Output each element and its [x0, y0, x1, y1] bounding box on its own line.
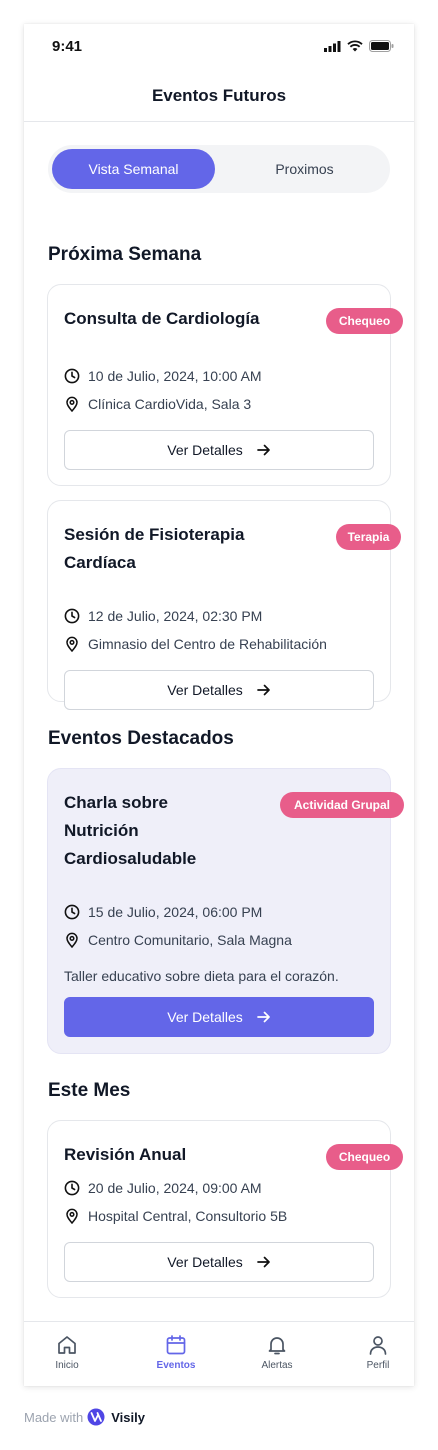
visily-logo-icon [87, 1408, 105, 1426]
status-time: 9:41 [52, 38, 83, 55]
event-card: Revisión Anual Chequeo 20 de Julio, 2024… [47, 1120, 403, 1298]
view-details-label: Ver Detalles [167, 682, 243, 698]
event-location: Hospital Central, Consultorio 5B [64, 1208, 287, 1224]
arrow-right-icon [256, 1256, 270, 1268]
bottom-tab-bar: Inicio Eventos Alertas Perfil [24, 1321, 414, 1386]
view-details-label: Ver Detalles [167, 1009, 243, 1025]
event-date: 12 de Julio, 2024, 02:30 PM [64, 608, 262, 624]
event-location: Gimnasio del Centro de Rehabilitación [64, 636, 327, 652]
clock-icon [64, 904, 80, 920]
event-location-text: Gimnasio del Centro de Rehabilitación [88, 636, 327, 652]
event-location: Clínica CardioVida, Sala 3 [64, 396, 251, 412]
brand-name: Visily [111, 1409, 145, 1425]
clock-icon [64, 368, 80, 384]
event-date: 20 de Julio, 2024, 09:00 AM [64, 1180, 262, 1196]
section-title-this-month: Este Mes [48, 1080, 131, 1101]
tab-events-label: Eventos [156, 1360, 196, 1371]
event-card: Sesión de Fisioterapia Cardíaca Terapia … [47, 500, 401, 710]
arrow-right-icon [256, 684, 270, 696]
event-date-text: 20 de Julio, 2024, 09:00 AM [88, 1180, 262, 1196]
event-badge: Terapia [336, 524, 401, 550]
event-location: Centro Comunitario, Sala Magna [64, 932, 292, 948]
event-location-text: Centro Comunitario, Sala Magna [88, 932, 292, 948]
event-badge: Chequeo [326, 308, 403, 334]
event-date-text: 12 de Julio, 2024, 02:30 PM [88, 608, 263, 624]
section-title-next-week: Próxima Semana [48, 244, 202, 265]
event-title-line: Nutrición [64, 821, 139, 840]
event-date-text: 15 de Julio, 2024, 06:00 PM [88, 904, 263, 920]
tab-weekly-view[interactable]: Vista Semanal [52, 149, 215, 189]
event-date: 10 de Julio, 2024, 10:00 AM [64, 368, 262, 384]
event-title-line: Charla sobre [64, 793, 168, 812]
arrow-right-icon [256, 1011, 270, 1023]
event-location-text: Clínica CardioVida, Sala 3 [88, 396, 252, 412]
view-details-label: Ver Detalles [167, 1254, 243, 1270]
event-date-text: 10 de Julio, 2024, 10:00 AM [88, 368, 262, 384]
view-details-button[interactable]: Ver Detalles [64, 670, 374, 710]
event-title: Charla sobre Nutrición Cardiosaludable [64, 789, 196, 873]
clock-icon [64, 1180, 80, 1196]
event-card: Consulta de Cardiología Chequeo 10 de Ju… [47, 284, 403, 486]
status-icons [324, 40, 394, 52]
status-bar: 9:41 [24, 24, 414, 68]
header: Eventos Futuros [24, 82, 414, 122]
tab-profile-label: Perfil [366, 1360, 390, 1371]
view-details-button[interactable]: Ver Detalles [64, 430, 374, 470]
view-details-button[interactable]: Ver Detalles [64, 997, 374, 1037]
section-title-featured: Eventos Destacados [48, 728, 234, 749]
event-date: 15 de Julio, 2024, 06:00 PM [64, 904, 262, 920]
event-description: Taller educativo sobre dieta para el cor… [64, 968, 339, 984]
event-title-line: Cardíaca [64, 553, 136, 572]
tab-home[interactable]: Inicio [27, 1334, 107, 1371]
view-details-label: Ver Detalles [167, 442, 243, 458]
arrow-right-icon [256, 444, 270, 456]
event-title: Sesión de Fisioterapia Cardíaca [64, 521, 244, 577]
made-with-footer: Made with Visily [24, 1408, 145, 1426]
event-location-text: Hospital Central, Consultorio 5B [88, 1208, 288, 1224]
location-pin-icon [66, 396, 78, 412]
event-badge: Actividad Grupal [280, 792, 404, 818]
view-details-button[interactable]: Ver Detalles [64, 1242, 374, 1282]
clock-icon [64, 608, 80, 624]
tab-events[interactable]: Eventos [136, 1334, 216, 1371]
tab-profile[interactable]: Perfil [338, 1334, 414, 1371]
battery-icon [369, 40, 394, 52]
featured-event-card: Charla sobre Nutrición Cardiosaludable A… [47, 768, 404, 1054]
event-title: Consulta de Cardiología [64, 309, 260, 328]
event-title-line: Sesión de Fisioterapia [64, 525, 245, 544]
user-icon [369, 1336, 387, 1355]
event-badge: Chequeo [326, 1144, 403, 1170]
tab-alerts[interactable]: Alertas [237, 1334, 317, 1371]
home-icon [58, 1336, 76, 1354]
location-pin-icon [66, 1208, 78, 1224]
signal-icon [324, 40, 341, 52]
made-with-text: Made with [24, 1409, 84, 1425]
event-title: Revisión Anual [64, 1145, 187, 1164]
location-pin-icon [66, 636, 78, 652]
tab-home-label: Inicio [55, 1360, 79, 1371]
tab-upcoming[interactable]: Proximos [223, 149, 386, 189]
view-toggle: Vista Semanal Proximos [48, 145, 390, 193]
tab-alerts-label: Alertas [261, 1360, 293, 1371]
wifi-icon [347, 40, 363, 52]
phone-frame: 9:41 Eventos Futuros Vista Semanal Proxi… [24, 24, 414, 1386]
event-title-line: Cardiosaludable [64, 849, 197, 868]
bell-icon [268, 1337, 286, 1355]
calendar-icon [166, 1335, 186, 1355]
page-title: Eventos Futuros [151, 86, 287, 105]
location-pin-icon [66, 932, 78, 948]
